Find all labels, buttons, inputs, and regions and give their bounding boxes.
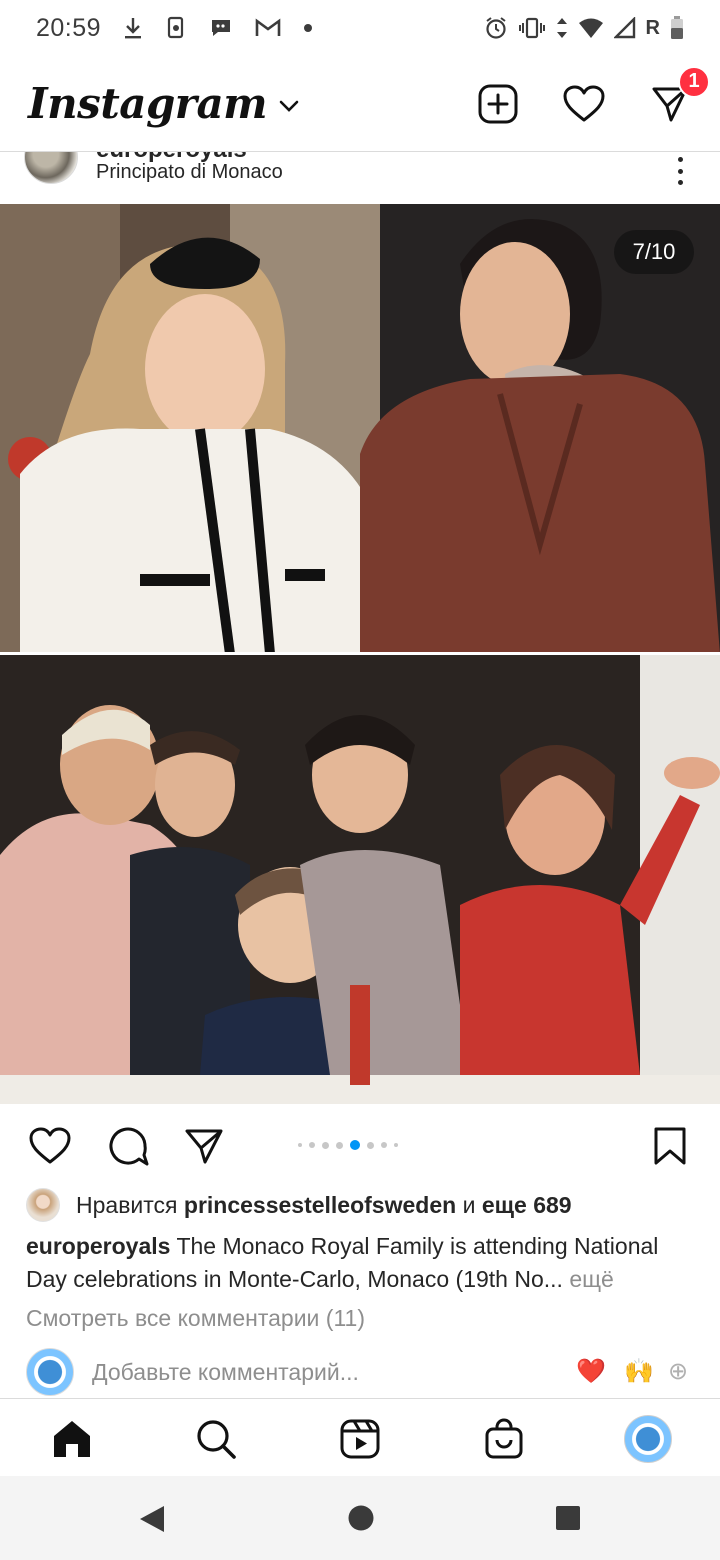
roaming-indicator: R	[645, 16, 660, 39]
heart-icon	[563, 85, 605, 121]
add-emoji-button[interactable]: ⊕	[668, 1358, 688, 1386]
carousel-dot	[381, 1142, 387, 1148]
share-icon	[185, 1129, 223, 1164]
carousel-dot	[367, 1141, 374, 1149]
new-post-button[interactable]	[476, 82, 520, 126]
photo-bottom-panel	[0, 655, 720, 1104]
app-header: Instagram 1	[0, 56, 720, 152]
comment-input[interactable]: Добавьте комментарий...	[92, 1359, 359, 1386]
dot-indicator-icon	[303, 23, 313, 33]
system-recents-button[interactable]	[554, 1504, 582, 1537]
system-home-button[interactable]	[347, 1504, 375, 1537]
carousel-dot-active	[350, 1140, 360, 1150]
photo-bottom-illustration	[0, 655, 720, 1104]
add-comment-row: Добавьте комментарий... ❤️ 🙌 ⊕	[0, 1346, 720, 1400]
nav-shop[interactable]	[480, 1415, 528, 1463]
reels-icon	[340, 1419, 380, 1459]
home-icon	[54, 1421, 90, 1457]
notification-badge: 1	[678, 65, 710, 98]
save-bookmark-icon	[654, 1127, 686, 1165]
carousel-dot	[394, 1143, 398, 1147]
more-dot-icon	[677, 168, 683, 174]
alarm-icon	[484, 16, 508, 40]
carousel-dot	[336, 1141, 343, 1149]
data-arrows-icon	[556, 17, 568, 39]
new-post-icon	[478, 84, 518, 123]
screen-rotate-icon	[165, 16, 187, 40]
instagram-logo[interactable]: Instagram	[28, 79, 268, 128]
photo-top-panel	[0, 204, 720, 654]
post-action-bar	[0, 1104, 720, 1184]
activity-button[interactable]	[562, 82, 606, 126]
carousel-dot	[298, 1143, 302, 1147]
system-back-button[interactable]	[138, 1504, 166, 1539]
recents-icon	[556, 1506, 580, 1530]
likes-others-count[interactable]: еще 689	[482, 1192, 572, 1219]
carousel-dot	[322, 1141, 329, 1149]
home-circle-icon	[348, 1505, 374, 1531]
download-icon	[123, 16, 143, 40]
caption-username[interactable]: europeroyals	[26, 1233, 170, 1259]
liked-by-username[interactable]: princessestelleofsweden	[184, 1192, 456, 1219]
carousel-dots	[298, 1140, 398, 1150]
photo-top-illustration	[0, 204, 720, 654]
post-author-avatar[interactable]	[24, 152, 78, 184]
post-photo[interactable]: 7/10	[0, 204, 720, 1104]
current-user-avatar	[26, 1348, 74, 1396]
shop-icon	[485, 1418, 523, 1459]
more-dot-icon	[677, 180, 683, 185]
direct-messages-button[interactable]: 1	[648, 65, 710, 126]
emoji-raised-hands-button[interactable]: 🙌	[624, 1358, 654, 1386]
more-options-button[interactable]	[670, 156, 690, 186]
chevron-down-icon[interactable]	[279, 99, 299, 117]
battery-icon	[670, 16, 684, 40]
comment-button[interactable]	[106, 1124, 150, 1168]
carousel-page-indicator: 7/10	[614, 230, 694, 274]
liker-avatar[interactable]	[26, 1188, 60, 1222]
likes-prefix: Нравится	[76, 1191, 178, 1218]
view-all-comments-link[interactable]: Смотреть все комментарии (11)	[26, 1305, 365, 1332]
more-dot-icon	[677, 157, 683, 162]
likes-connector: и	[462, 1191, 476, 1218]
nav-home[interactable]	[48, 1415, 96, 1463]
likes-summary[interactable]: Нравится princessestelleofsweden и еще 6…	[26, 1188, 572, 1222]
vibrate-icon	[518, 17, 546, 39]
back-icon	[140, 1506, 164, 1532]
status-time: 20:59	[36, 13, 102, 42]
like-button[interactable]	[28, 1124, 72, 1168]
nav-search[interactable]	[192, 1415, 240, 1463]
caption-more-link[interactable]: ещё	[569, 1266, 614, 1292]
save-button[interactable]	[648, 1124, 692, 1168]
post-caption[interactable]: europeroyals The Monaco Royal Family is …	[26, 1230, 698, 1296]
emoji-heart-button[interactable]: ❤️	[576, 1358, 606, 1386]
chat-bubble-icon	[209, 17, 233, 39]
comment-icon	[109, 1127, 149, 1166]
post-header: europeroyals Principato di Monaco	[0, 152, 720, 204]
signal-icon	[613, 17, 636, 39]
nav-reels[interactable]	[336, 1415, 384, 1463]
search-icon	[197, 1420, 236, 1459]
wifi-icon	[578, 17, 604, 39]
post-location[interactable]: Principato di Monaco	[96, 161, 283, 184]
status-bar: 20:59 R	[0, 0, 720, 56]
carousel-dot	[309, 1142, 315, 1148]
system-navigation-bar	[0, 1476, 720, 1560]
nav-profile-avatar[interactable]	[624, 1415, 672, 1463]
like-icon	[29, 1127, 71, 1164]
bottom-navigation	[0, 1398, 720, 1476]
gmail-icon	[255, 18, 281, 38]
share-button[interactable]	[182, 1124, 226, 1168]
